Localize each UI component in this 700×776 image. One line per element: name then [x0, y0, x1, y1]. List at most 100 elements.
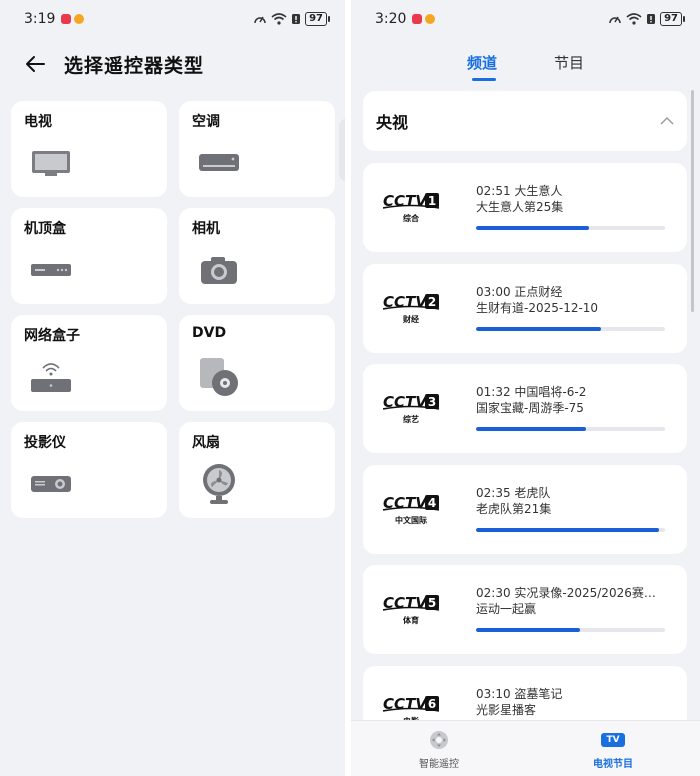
device-label: 风扇 [192, 435, 220, 451]
wifi-icon [626, 13, 642, 25]
channel-number: 4 [428, 496, 436, 510]
program-progress-fill [476, 527, 660, 532]
camera-icon [197, 250, 241, 290]
air-conditioner-icon [197, 143, 241, 183]
device-card-air-conditioner[interactable]: 空调 [179, 101, 335, 197]
program-episode: 光影星播客 [476, 702, 537, 717]
channel-program-info: 02:30 实况录像-2025/2026赛季… 运动一起赢 [476, 585, 666, 617]
top-bar: 选择遥控器类型 [0, 44, 345, 84]
dvd-icon [197, 357, 241, 397]
channel-number: 5 [428, 596, 436, 610]
battery-indicator: 97 [305, 12, 330, 26]
device-label: 电视 [24, 114, 52, 130]
current-program: 01:32 中国唱将-6-2 [476, 385, 587, 399]
program-progress-bar [476, 628, 665, 632]
program-episode: 生财有道-2025-12-10 [476, 300, 599, 315]
tab-bar: 频道 节目 [351, 48, 700, 84]
back-arrow-icon [26, 56, 45, 72]
active-tab-indicator [472, 78, 496, 81]
program-progress-bar [476, 527, 665, 532]
current-program: 02:30 实况录像-2025/2026赛季… [476, 586, 666, 600]
channel-logo: CCTV 3综艺 [383, 393, 440, 424]
nav-smart-remote[interactable]: 智能遥控 [399, 729, 479, 770]
side-panel-handle[interactable] [339, 118, 345, 182]
device-card-fan[interactable]: 风扇 [179, 422, 335, 518]
notification-icons [412, 14, 436, 24]
device-card-dvd[interactable]: DVD [179, 315, 335, 411]
channel-program-info: 02:51 大生意人 大生意人第25集 [476, 183, 666, 215]
status-bar: 3:20 97 [351, 0, 700, 38]
set-top-box-icon [29, 250, 73, 290]
current-program: 02:35 老虎队 [476, 485, 551, 500]
program-episode: 运动一起赢 [476, 602, 537, 616]
device-card-set-top-box[interactable]: 机顶盒 [11, 208, 167, 304]
channel-logo: CCTV 4中文国际 [383, 494, 440, 525]
remote-icon [430, 731, 448, 749]
device-card-camera[interactable]: 相机 [179, 208, 335, 304]
channel-group-header[interactable]: 央视 [363, 91, 687, 151]
nav-label: 电视节目 [593, 759, 633, 770]
channel-program-info: 01:32 中国唱将-6-2 国家宝藏-周游季-75 [476, 384, 666, 416]
program-episode: 大生意人第25集 [476, 200, 564, 214]
current-program: 02:51 大生意人 [476, 184, 563, 198]
device-label: 空调 [192, 114, 220, 130]
speed-icon [254, 16, 266, 24]
channel-program-info: 02:35 老虎队 老虎队第21集 [476, 485, 666, 517]
device-label: 投影仪 [24, 435, 66, 451]
program-progress-bar [476, 326, 665, 331]
scrollbar[interactable] [691, 90, 694, 312]
fan-icon [197, 464, 241, 504]
page-title: 选择遥控器类型 [64, 54, 205, 77]
program-progress-fill [476, 628, 580, 632]
nav-tv-programs[interactable]: TV 电视节目 [573, 729, 653, 770]
back-button[interactable] [12, 44, 58, 84]
channel-logo: CCTV 5体育 [383, 594, 440, 625]
nav-label: 智能遥控 [419, 759, 459, 770]
status-bar: 3:19 97 [0, 0, 345, 38]
tv-icon: TV [601, 733, 625, 747]
device-type-grid: 电视 空调 机顶盒 相机 网络盒子 DVD 投影仪 风扇 [11, 101, 336, 518]
channel-card[interactable]: CCTV 3 综艺 01:32 中国唱将-6-2 国家宝藏-周游季-75 [363, 364, 687, 453]
battery-indicator: 97 [660, 12, 685, 26]
notification-icons [61, 14, 85, 24]
channel-card[interactable]: CCTV 4 中文国际 02:35 老虎队 老虎队第21集 [363, 464, 687, 554]
channel-subtitle: 综艺 [403, 414, 419, 424]
network-box-icon [29, 357, 73, 397]
wifi-icon [271, 13, 287, 25]
channel-number: 1 [428, 194, 436, 208]
program-progress-fill [476, 427, 586, 431]
tab-channels[interactable]: 频道 [467, 52, 497, 73]
program-progress-bar [476, 226, 665, 230]
device-card-tv[interactable]: 电视 [11, 101, 167, 197]
speed-icon [609, 16, 621, 24]
channel-program-info: 03:10 盗墓笔记 光影星播客 [476, 686, 666, 718]
channel-list: CCTV 1 综合 02:51 大生意人 大生意人第25集 CCTV 2 财经 03:00 正点… [363, 163, 687, 766]
program-episode: 国家宝藏-周游季-75 [476, 401, 584, 415]
device-card-network-box[interactable]: 网络盒子 [11, 315, 167, 411]
tv-icon [29, 143, 73, 183]
sim-icon [292, 14, 301, 24]
current-program: 03:10 盗墓笔记 [476, 686, 563, 701]
device-card-projector[interactable]: 投影仪 [11, 422, 167, 518]
device-label: 网络盒子 [24, 328, 80, 344]
channel-number: 6 [428, 697, 436, 711]
tv-guide-screen: 3:20 97 频道 节目 央视 CCTV 1 综合 02:51 大生意人 大生意人第2… [351, 0, 700, 776]
channel-card[interactable]: CCTV 1 综合 02:51 大生意人 大生意人第25集 [363, 163, 687, 252]
tab-programs[interactable]: 节目 [554, 52, 584, 73]
channel-card[interactable]: CCTV 2 财经 03:00 正点财经 生财有道-2025-12-10 [363, 263, 687, 353]
system-icons: 97 [253, 12, 330, 26]
channel-subtitle: 中文国际 [395, 515, 427, 525]
channel-number: 3 [428, 395, 436, 409]
channel-subtitle: 综合 [403, 213, 420, 223]
channel-subtitle: 体育 [403, 615, 419, 625]
channel-logo: CCTV 2财经 [383, 293, 440, 324]
device-label: DVD [192, 325, 227, 341]
program-episode: 老虎队第21集 [476, 501, 552, 516]
status-time: 3:19 [24, 11, 56, 27]
channel-subtitle: 财经 [402, 314, 419, 324]
projector-icon [29, 464, 73, 504]
channel-number: 2 [428, 295, 436, 309]
system-icons: 97 [608, 12, 685, 26]
channel-card[interactable]: CCTV 5 体育 02:30 实况录像-2025/2026赛季… 运动一起赢 [363, 565, 687, 654]
chevron-up-icon [660, 117, 674, 125]
